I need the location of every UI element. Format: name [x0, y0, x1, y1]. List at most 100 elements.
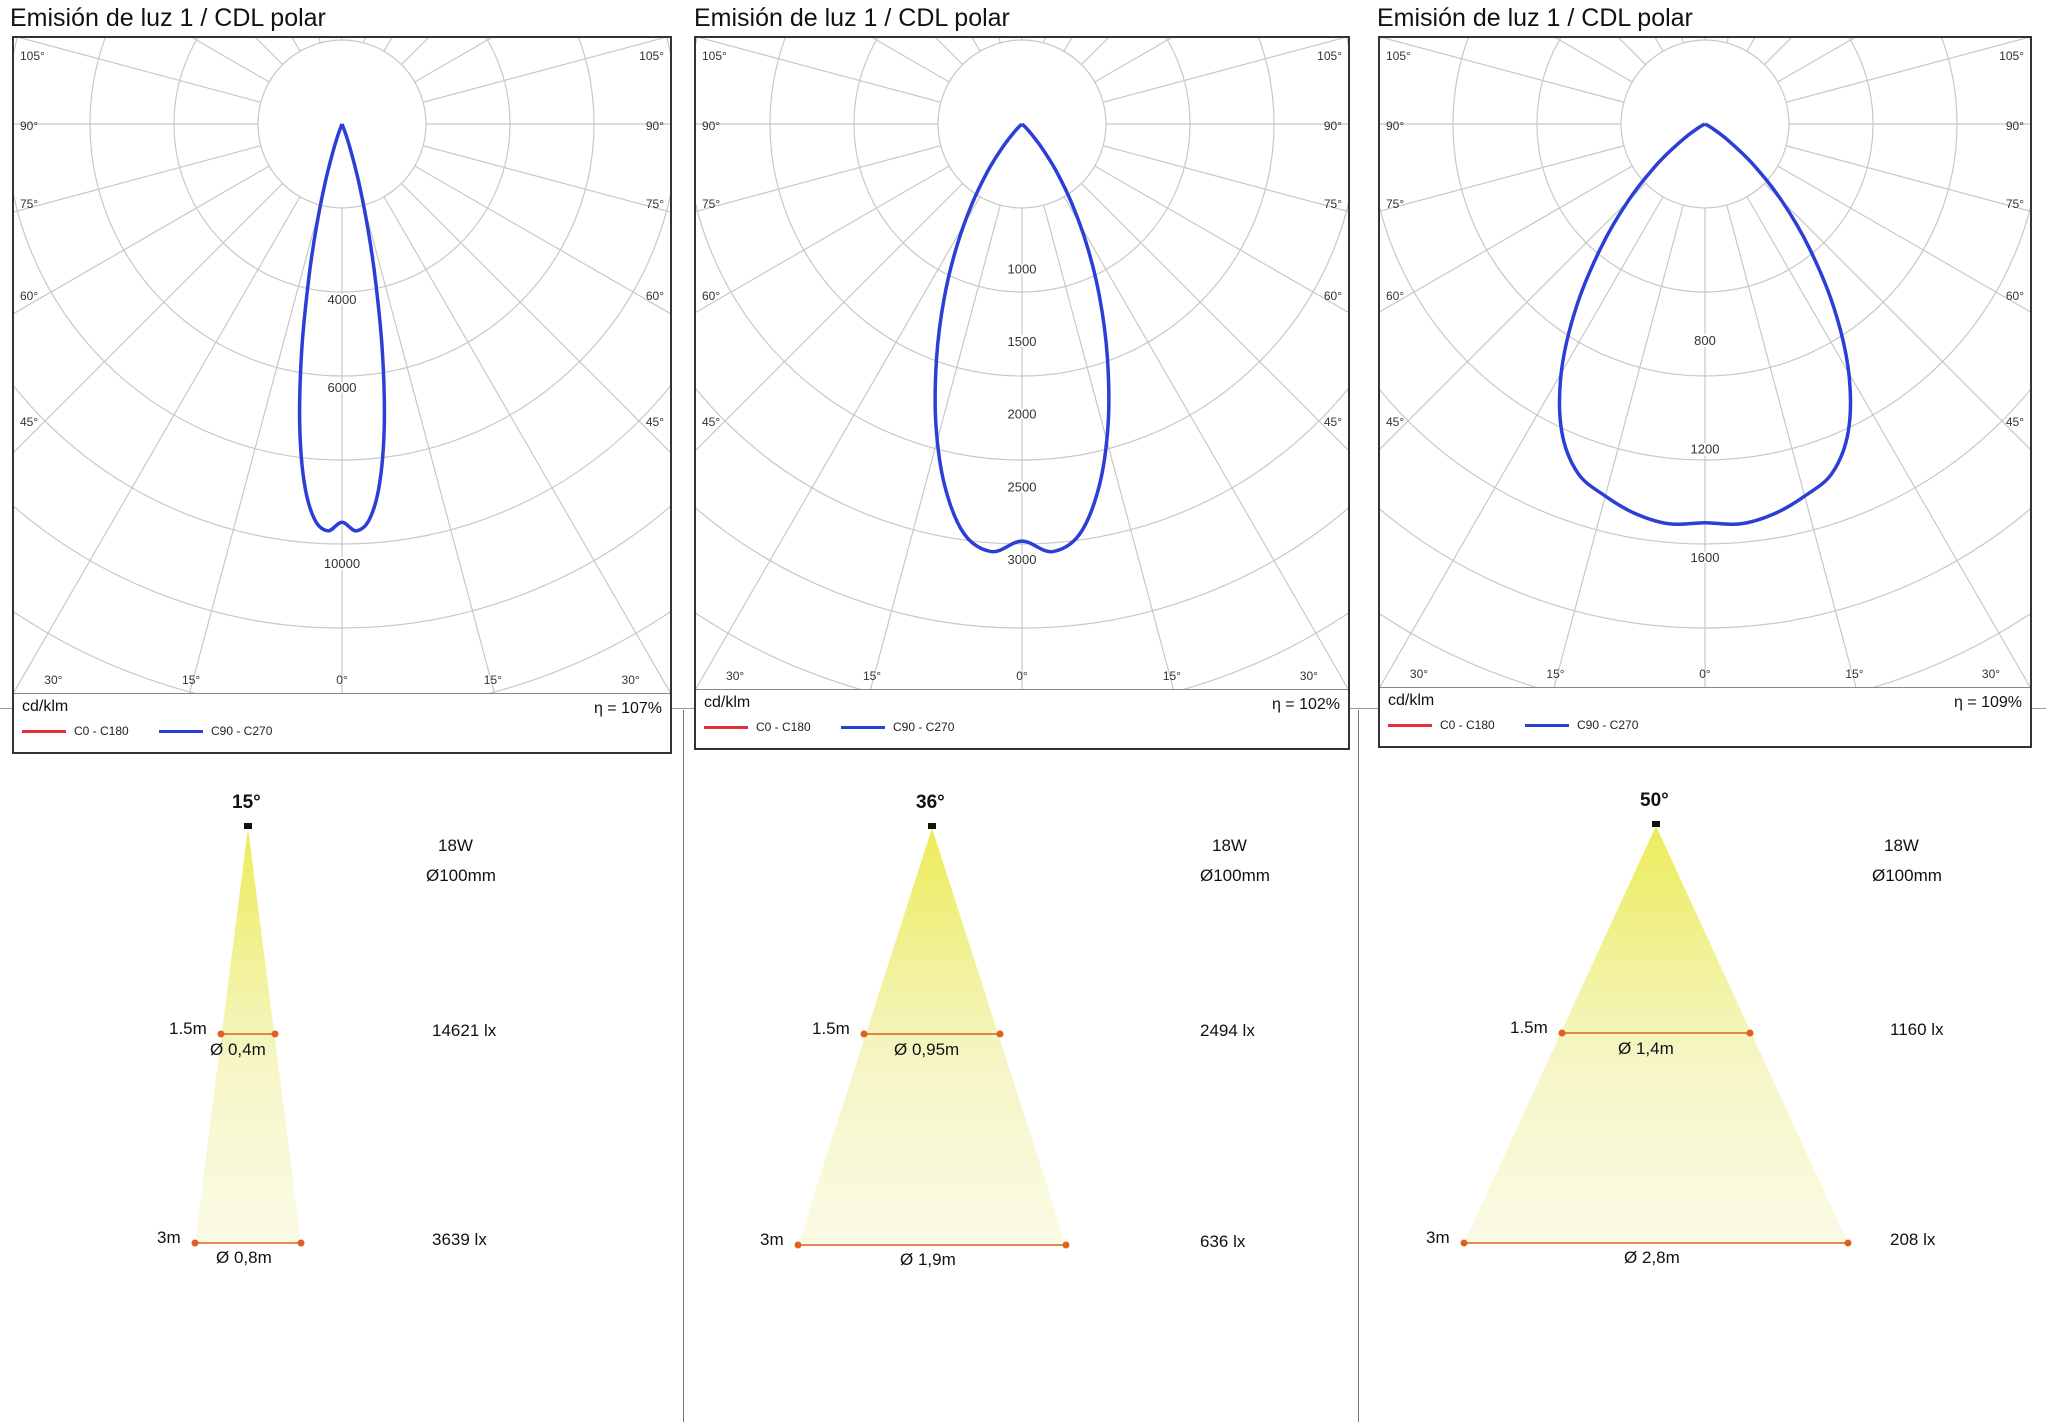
grid-spoke [1681, 38, 1684, 44]
angle-label: 60° [1386, 289, 1404, 303]
grid-spoke [1094, 38, 1173, 83]
grid-spoke [363, 38, 366, 44]
angle-label: 75° [1386, 197, 1404, 211]
grid-spoke [318, 38, 321, 44]
grid-spoke [422, 38, 666, 103]
lamp-icon [1652, 821, 1660, 827]
grid-spoke [1726, 204, 1857, 688]
grid-spoke [998, 38, 1001, 44]
legend-swatch [159, 730, 203, 734]
beam-angle-label: 15° [232, 792, 261, 813]
angle-label: 90° [2006, 119, 2024, 133]
chart-footer: cd/klm η = 102% C0 - C180 C90 - C270 [696, 689, 1348, 748]
distance-label: 3m [157, 1228, 181, 1247]
diameter-label: Ø100mm [426, 866, 496, 885]
radial-tick-label: 3000 [1008, 552, 1037, 567]
spot-marker [1460, 1239, 1468, 1247]
distance-label: 3m [760, 1230, 784, 1249]
chart-title: Emisión de luz 1 / CDL polar [1377, 4, 1693, 32]
spot-marker [1558, 1029, 1566, 1037]
lamp-icon [928, 823, 936, 829]
radial-tick-label: 1000 [1008, 261, 1037, 276]
angle-label: 105° [20, 49, 45, 63]
grid-spoke [1618, 38, 1647, 66]
spot-marker [271, 1030, 279, 1038]
distance-label: 3m [1426, 1228, 1450, 1247]
grid-spoke [383, 196, 670, 694]
grid-spoke [1094, 165, 1348, 313]
angle-label: 75° [1324, 197, 1342, 211]
legend-swatch [1525, 724, 1569, 728]
illuminance-label: 3639 lx [432, 1230, 487, 1249]
angle-label: 15° [863, 669, 881, 683]
chart-footer: cd/klm η = 109% C0 - C180 C90 - C270 [1380, 687, 2030, 746]
angle-label: 30° [622, 673, 640, 687]
distance-label: 1.5m [812, 1019, 850, 1038]
angle-label: 60° [20, 289, 38, 303]
spot-marker [1844, 1239, 1852, 1247]
grid-spoke [871, 38, 950, 83]
grid-spoke [1777, 165, 2030, 313]
angle-label: 30° [44, 673, 62, 687]
grid-spoke [14, 196, 301, 694]
power-label: 18W [1884, 836, 1919, 855]
legend-item-c0-c180: C0 - C180 [704, 720, 811, 734]
unit-label: cd/klm [22, 698, 69, 715]
chart-title: Emisión de luz 1 / CDL polar [694, 4, 1010, 32]
beam-angle-label: 50° [1640, 790, 1669, 811]
angle-label: 60° [1324, 289, 1342, 303]
grid-spoke [1381, 38, 1625, 103]
angle-label: 90° [20, 119, 38, 133]
angle-label: 90° [702, 119, 720, 133]
spot-marker [860, 1030, 868, 1038]
distance-label: 1.5m [169, 1019, 207, 1038]
angle-label: 30° [726, 669, 744, 683]
angle-label: 90° [1324, 119, 1342, 133]
grid-spoke [1785, 38, 2029, 103]
grid-spoke [698, 38, 942, 103]
grid-spoke [1763, 38, 1792, 66]
angle-label: 45° [2006, 415, 2024, 429]
legend-item-c0-c180: C0 - C180 [1388, 718, 1495, 732]
angle-label: 0° [336, 673, 348, 687]
unit-label: cd/klm [704, 694, 751, 711]
grid-spoke [414, 165, 670, 315]
grid-spoke [1777, 38, 1856, 83]
angle-label: 75° [646, 197, 664, 211]
power-label: 18W [438, 836, 473, 855]
spot-marker [996, 1030, 1004, 1038]
grid-spoke [291, 38, 301, 52]
radial-tick-label: 800 [1694, 333, 1716, 348]
angle-label: 90° [646, 119, 664, 133]
angle-label: 0° [1016, 669, 1028, 683]
radial-tick-label: 1500 [1008, 334, 1037, 349]
angle-label: 45° [1386, 415, 1404, 429]
spot-size-label: Ø 0,8m [216, 1248, 272, 1267]
diameter-label: Ø100mm [1872, 866, 1942, 885]
angle-label: 30° [1982, 667, 2000, 681]
polar-chart: 105° 105° 90° 90° 75° 75° 60° 60° 45° 45° 30° 15° 0°… [694, 36, 1350, 750]
grid-spoke [1102, 38, 1346, 103]
legend-label: C0 - C180 [74, 724, 129, 738]
legend-swatch [704, 726, 748, 730]
polar-plot: 105° 105° 90° 90° 75° 75° 60° 60° 45° 45° 30° 15° 0°… [1380, 38, 2030, 688]
grid-spoke [1554, 38, 1633, 83]
legend-label: C90 - C270 [1577, 718, 1639, 732]
unit-label: cd/klm [1388, 692, 1435, 709]
angle-label: 60° [2006, 289, 2024, 303]
radial-tick-label: 1600 [1691, 550, 1720, 565]
grid-spoke [400, 182, 670, 453]
legend-swatch [841, 726, 885, 730]
illuminance-label: 208 lx [1890, 1230, 1936, 1249]
lamp-icon [244, 823, 252, 829]
spot-marker [191, 1239, 199, 1247]
grid-spoke [414, 38, 493, 83]
legend-item-c90-c270: C90 - C270 [159, 724, 272, 738]
radial-tick-label: 2500 [1008, 479, 1037, 494]
grid-spoke [191, 38, 270, 83]
grid-spoke [1726, 38, 1729, 44]
grid-spoke [1746, 196, 2030, 688]
angle-label: 60° [646, 289, 664, 303]
angle-label: 30° [1410, 667, 1428, 681]
legend-item-c90-c270: C90 - C270 [841, 720, 954, 734]
